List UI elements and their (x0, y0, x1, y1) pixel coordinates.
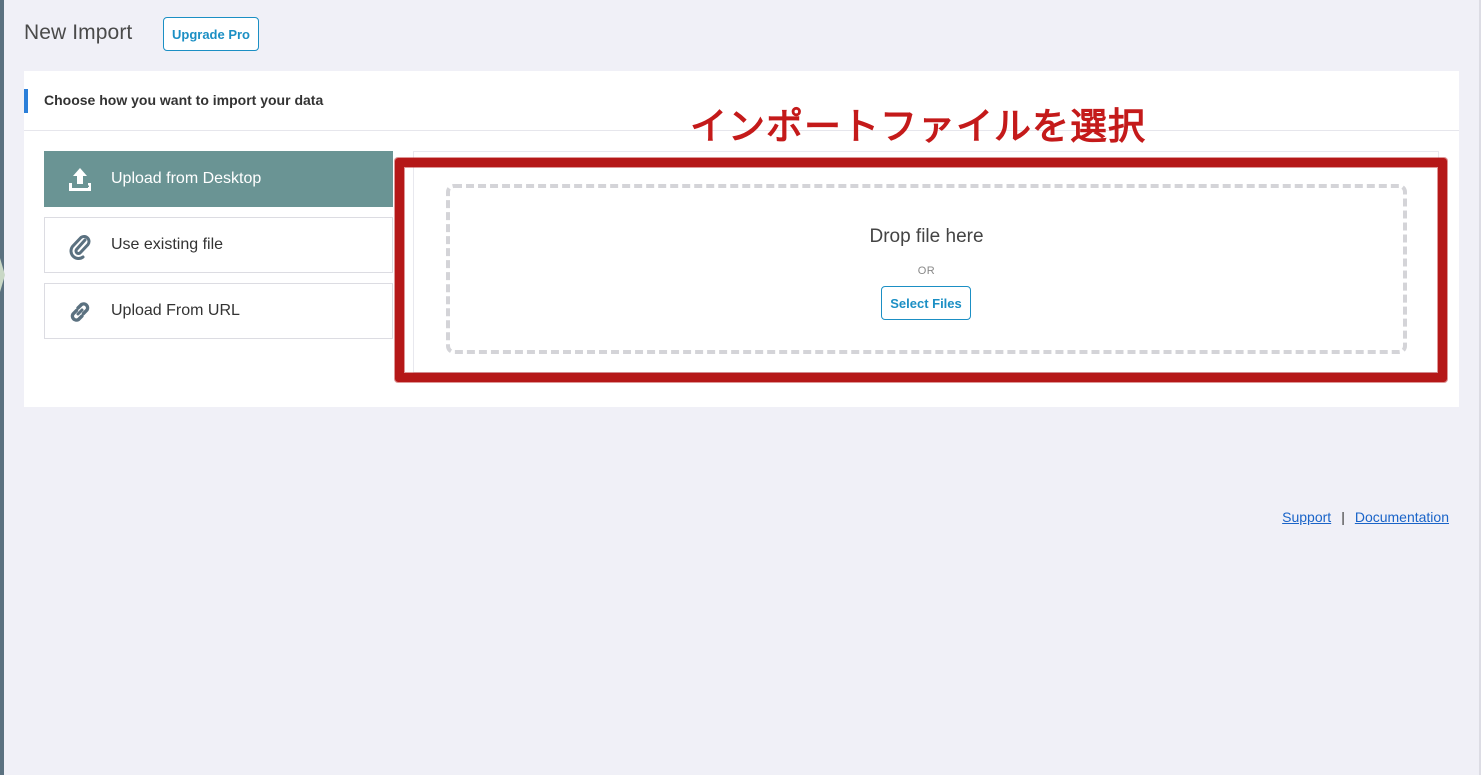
documentation-link[interactable]: Documentation (1355, 509, 1449, 525)
paperclip-icon (65, 231, 95, 261)
support-link[interactable]: Support (1282, 509, 1331, 525)
header-accent-bar (24, 89, 28, 113)
left-edge-bar (0, 0, 4, 775)
footer-separator: | (1341, 509, 1345, 525)
source-upload-desktop[interactable]: Upload from Desktop (44, 151, 393, 207)
source-existing-file[interactable]: Use existing file (44, 217, 393, 273)
annotation-label: インポートファイルを選択 (690, 106, 1146, 147)
source-label: Upload from Desktop (111, 170, 262, 187)
upload-icon (65, 165, 95, 195)
page-title: New Import (24, 21, 133, 44)
card-heading: Choose how you want to import your data (44, 92, 324, 108)
upgrade-pro-button[interactable]: Upgrade Pro (163, 17, 259, 51)
source-upload-url[interactable]: Upload From URL (44, 283, 393, 339)
select-files-button[interactable]: Select Files (881, 286, 971, 320)
drop-title: Drop file here (869, 226, 984, 247)
footer-links: Support | Documentation (1282, 509, 1449, 525)
link-icon (65, 297, 95, 327)
file-drop-zone[interactable]: Drop file here OR Select Files (446, 184, 1407, 354)
source-label: Upload From URL (111, 302, 240, 319)
source-label: Use existing file (111, 236, 224, 253)
drop-or-label: OR (917, 265, 936, 277)
